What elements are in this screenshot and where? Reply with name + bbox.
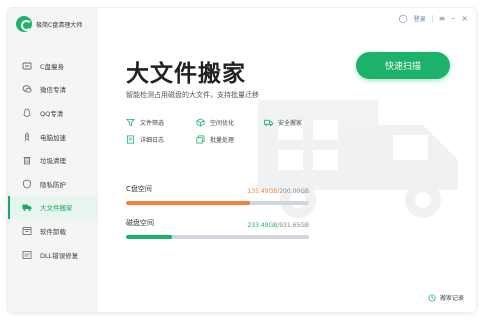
app-window: 极简C盘清理大师 C盘瘦身 微信专清 QQ专清 电脑加速 垃圾清理 隐私防护 大…	[8, 8, 476, 312]
sidebar-item-junk[interactable]: 垃圾清理	[8, 148, 98, 172]
app-name: 极简C盘清理大师	[36, 21, 83, 29]
sidebar-item-label: 垃圾清理	[40, 157, 66, 166]
app-brand: 极简C盘清理大师	[16, 16, 82, 32]
feature-label: 安全搬家	[278, 120, 303, 127]
disk-value: 233.49GB/931.65GB	[247, 222, 309, 229]
sidebar-item-bigfile[interactable]: 大文件搬家	[8, 195, 98, 220]
feature-log: 详细日志	[126, 135, 164, 144]
shield-icon	[22, 179, 32, 189]
sidebar-item-label: 微信专清	[40, 86, 66, 95]
log-icon	[126, 135, 135, 144]
wechat-icon	[22, 84, 32, 94]
main-panel: 大文件搬家 智能检测占用磁盘的大文件，支持批量迁移 快速扫描 文件筛选 空间优化…	[98, 8, 476, 312]
sidebar-item-label: DLL错误修复	[40, 251, 79, 260]
sidebar-item-uninstall[interactable]: 软件卸载	[8, 219, 98, 243]
truck-icon	[22, 202, 32, 212]
page-title: 大文件搬家	[126, 61, 246, 87]
disk-label: 磁盘空间	[126, 219, 154, 227]
disk-value: 135.49GB/200.00GB	[247, 188, 309, 195]
sidebar-item-label: 电脑加速	[40, 133, 66, 142]
sidebar-menu: C盘瘦身 微信专清 QQ专清 电脑加速 垃圾清理 隐私防护 大文件搬家 软件卸载…	[8, 54, 98, 266]
sidebar-item-label: 软件卸载	[40, 227, 66, 236]
sidebar-item-wechat[interactable]: 微信专清	[8, 78, 98, 102]
truck-illustration	[258, 100, 458, 218]
feature-space: 空间优化	[196, 118, 234, 127]
disk-used: 135.49GB	[247, 188, 278, 195]
sidebar-item-privacy[interactable]: 隐私防护	[8, 172, 98, 196]
feature-label: 空间优化	[210, 120, 235, 127]
filter-icon	[126, 118, 135, 127]
disk-progress-fill	[126, 201, 250, 205]
sidebar-item-speedup[interactable]: 电脑加速	[8, 125, 98, 149]
app-logo-icon	[16, 16, 32, 32]
dll-icon	[22, 250, 32, 260]
feature-label: 详细日志	[140, 137, 165, 144]
feature-filter: 文件筛选	[126, 118, 164, 127]
cube-icon	[196, 118, 205, 127]
page-subtitle: 智能检测占用磁盘的大文件，支持批量迁移	[126, 91, 259, 99]
sidebar-item-label: 大文件搬家	[40, 204, 73, 213]
sidebar-item-c-slim[interactable]: C盘瘦身	[8, 54, 98, 78]
sidebar-item-label: 隐私防护	[40, 180, 66, 189]
truck-small-icon	[264, 119, 273, 127]
rocket-icon	[22, 132, 32, 142]
disk-total: /200.00GB	[277, 188, 309, 195]
feature-label: 批量处理	[210, 137, 235, 144]
feature-batch: 批量处理	[196, 135, 234, 144]
record-label: 搬家记录	[439, 295, 464, 302]
clock-icon	[428, 293, 436, 302]
disk-used: 233.49GB	[247, 222, 278, 229]
uninstall-icon	[22, 226, 32, 236]
disk-slim-icon	[22, 61, 32, 71]
sidebar: 极简C盘清理大师 C盘瘦身 微信专清 QQ专清 电脑加速 垃圾清理 隐私防护 大…	[8, 8, 98, 312]
disk-total: /931.65GB	[277, 222, 309, 229]
disk-progress-fill	[126, 235, 172, 239]
move-record-link[interactable]: 搬家记录	[428, 293, 464, 302]
disk-label: C盘空间	[126, 185, 152, 193]
disk-progress-track	[126, 201, 309, 205]
sidebar-item-dll[interactable]: DLL错误修复	[8, 243, 98, 267]
disk-progress-track	[126, 235, 309, 239]
quick-scan-button[interactable]: 快速扫描	[356, 52, 450, 79]
feature-label: 文件筛选	[140, 120, 165, 127]
sidebar-item-label: QQ专清	[40, 109, 64, 118]
trash-icon	[22, 155, 32, 165]
sidebar-item-label: C盘瘦身	[40, 62, 65, 71]
qq-icon	[22, 108, 32, 118]
batch-icon	[196, 135, 205, 144]
feature-safe-move: 安全搬家	[264, 118, 302, 127]
sidebar-item-qq[interactable]: QQ专清	[8, 101, 98, 125]
